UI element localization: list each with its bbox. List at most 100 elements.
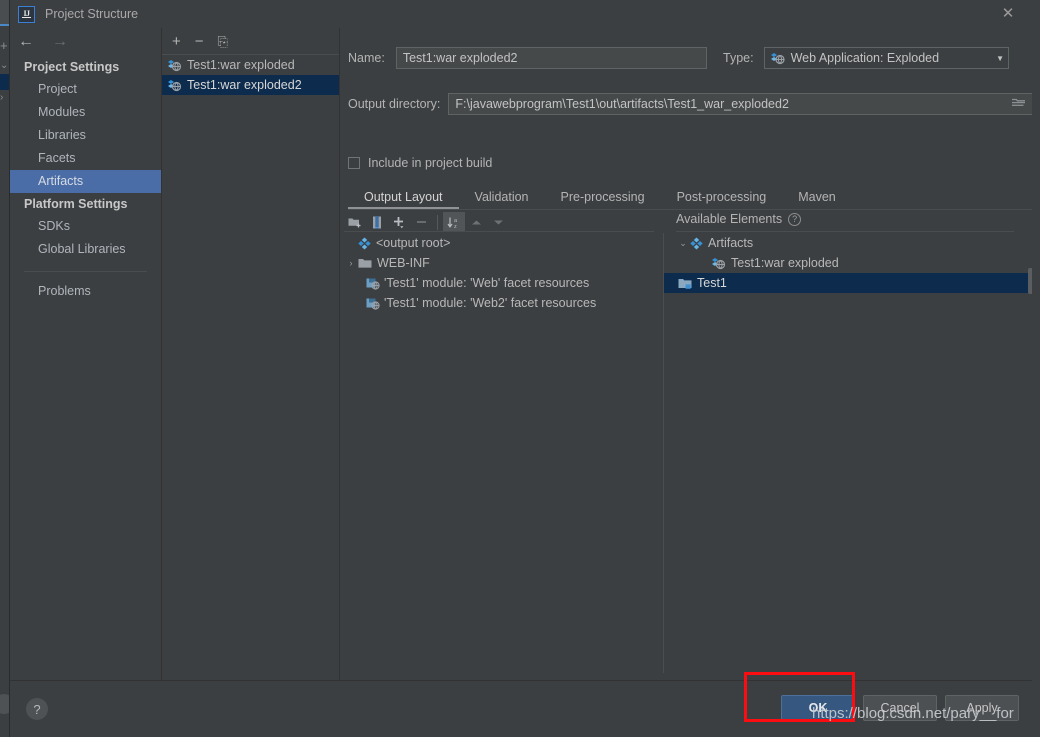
toolbar-divider (437, 214, 438, 230)
sidebar-item-facets[interactable]: Facets (10, 147, 161, 170)
sidebar-item-global-libraries[interactable]: Global Libraries (10, 238, 161, 261)
tab-validation[interactable]: Validation (459, 185, 545, 209)
war-exploded-icon (168, 79, 182, 92)
chevron-down-icon: ▼ (996, 53, 1004, 63)
available-elements-tree: ⌄ Artifacts Test1:war exploded Test1 (664, 233, 1029, 293)
sidebar-item-artifacts[interactable]: Artifacts (10, 170, 161, 193)
artifact-editor-panel: Name: Type: W (340, 28, 1040, 700)
project-structure-dialog: IJ Project Structure ✕ ← → Project Setti… (9, 0, 1040, 737)
include-in-build-label: Include in project build (368, 156, 493, 170)
available-tree-top-rule (676, 231, 1014, 232)
sidebar-item-problems[interactable]: Problems (10, 280, 161, 303)
tree-row[interactable]: › WEB-INF (344, 253, 654, 273)
list-item-label: Test1:war exploded2 (187, 78, 302, 92)
type-label: Type: (723, 51, 754, 65)
type-dropdown[interactable]: Web Application: Exploded ▼ (763, 47, 1009, 69)
tree-row-label: 'Test1' module: 'Web2' facet resources (384, 296, 597, 310)
browse-folder-icon[interactable] (1011, 96, 1026, 111)
dialog-title: Project Structure (45, 7, 139, 21)
add-artifact-icon[interactable]: + (172, 34, 181, 49)
remove-element-icon (410, 212, 432, 232)
available-elements-header: Available Elements ? (676, 212, 802, 226)
tree-row[interactable]: <output root> (344, 233, 654, 253)
panel-splitter[interactable] (663, 233, 664, 673)
settings-sidebar: ← → Project Settings Project Modules Lib… (10, 28, 162, 680)
tree-row-label: Test1 (697, 276, 727, 290)
output-directory-label: Output directory: (348, 97, 441, 111)
tree-row[interactable]: ⌄ Artifacts (676, 233, 1028, 253)
move-up-icon (465, 212, 487, 232)
war-exploded-icon (168, 59, 182, 72)
screenshot-root: + ⌄ › IJ Project Structure ✕ ← → Project… (0, 0, 1040, 737)
tree-row[interactable]: Test1:war exploded (676, 253, 1028, 273)
list-item[interactable]: Test1:war exploded2 (162, 75, 339, 95)
close-icon[interactable]: ✕ (998, 5, 1018, 23)
help-button[interactable]: ? (26, 698, 48, 720)
background-chevron-icon-2: › (0, 92, 4, 103)
sidebar-item-modules[interactable]: Modules (10, 101, 161, 124)
artifact-tabs: Output Layout Validation Pre-processing … (348, 183, 1040, 210)
tree-row[interactable]: 'Test1' module: 'Web2' facet resources (344, 293, 654, 313)
forward-arrow-icon[interactable]: → (52, 34, 68, 50)
add-element-icon[interactable] (388, 212, 410, 232)
tree-row-label: 'Test1' module: 'Web' facet resources (384, 276, 590, 290)
facet-resources-icon (366, 297, 380, 310)
sidebar-group-platform-settings: Platform Settings (24, 197, 128, 211)
artifact-icon (358, 237, 371, 250)
artifacts-list-body: Test1:war exploded Test1:war exploded2 (162, 54, 339, 95)
name-label: Name: (348, 51, 385, 65)
tree-row[interactable]: Test1 (664, 273, 1029, 293)
tree-row[interactable]: 'Test1' module: 'Web' facet resources (344, 273, 654, 293)
module-icon (678, 277, 692, 290)
web-application-icon (770, 52, 786, 65)
background-chevron-icon: ⌄ (0, 60, 9, 71)
create-archive-icon[interactable] (366, 212, 388, 232)
copy-artifact-icon[interactable]: ⎘ (218, 34, 228, 49)
help-icon[interactable]: ? (788, 212, 802, 226)
output-directory-row: Output directory: (348, 93, 1033, 115)
war-exploded-icon (712, 257, 726, 270)
output-directory-input[interactable] (448, 93, 1033, 115)
remove-artifact-icon[interactable]: − (195, 34, 204, 49)
artifacts-list-panel: + − ⎘ Test1:war exploded Test1:war explo… (162, 28, 340, 680)
back-arrow-icon[interactable]: ← (18, 34, 34, 50)
sidebar-item-libraries[interactable]: Libraries (10, 124, 161, 147)
available-elements-label: Available Elements (676, 212, 783, 226)
artifacts-list-toolbar: + − ⎘ (162, 28, 339, 54)
sort-alphabetically-icon[interactable]: a z (443, 212, 465, 232)
background-editor-tab (0, 0, 9, 26)
add-directory-icon[interactable] (344, 212, 366, 232)
artifact-icon (690, 237, 703, 250)
facet-resources-icon (366, 277, 380, 290)
tab-post-processing[interactable]: Post-processing (661, 185, 783, 209)
list-item[interactable]: Test1:war exploded (162, 55, 339, 75)
sidebar-divider (24, 271, 147, 272)
tree-row-label: <output root> (376, 236, 451, 250)
output-tree-top-rule (344, 231, 654, 232)
nav-history-controls: ← → (10, 28, 161, 56)
move-down-icon (487, 212, 509, 232)
name-input[interactable] (395, 47, 707, 69)
list-item-label: Test1:war exploded (187, 58, 295, 72)
dialog-body: ← → Project Settings Project Modules Lib… (10, 28, 1040, 700)
type-field-row: Type: Web Application: Exploded ▼ (723, 47, 1009, 69)
tree-twisty-expand-icon[interactable]: › (344, 258, 358, 268)
sidebar-item-project[interactable]: Project (10, 78, 161, 101)
tree-row-label: Test1:war exploded (731, 256, 839, 270)
tab-output-layout[interactable]: Output Layout (348, 185, 459, 209)
tree-twisty-collapse-icon[interactable]: ⌄ (676, 238, 690, 249)
tab-pre-processing[interactable]: Pre-processing (545, 185, 661, 209)
folder-icon (358, 257, 372, 270)
output-layout-tree: <output root> › WEB-INF 'Test1' module: … (344, 233, 654, 313)
type-value: Web Application: Exploded (790, 51, 940, 65)
include-in-build-checkbox[interactable] (348, 157, 360, 169)
svg-text:z: z (454, 224, 457, 229)
background-right-edge (1032, 0, 1040, 737)
sidebar-item-sdks[interactable]: SDKs (10, 215, 161, 238)
tab-maven[interactable]: Maven (782, 185, 852, 209)
background-selected-row (0, 74, 9, 90)
dialog-titlebar: IJ Project Structure ✕ (10, 0, 1032, 28)
tree-row-label: WEB-INF (377, 256, 430, 270)
include-in-build-row[interactable]: Include in project build (348, 156, 492, 170)
background-ide-strip: + ⌄ › (0, 0, 14, 737)
